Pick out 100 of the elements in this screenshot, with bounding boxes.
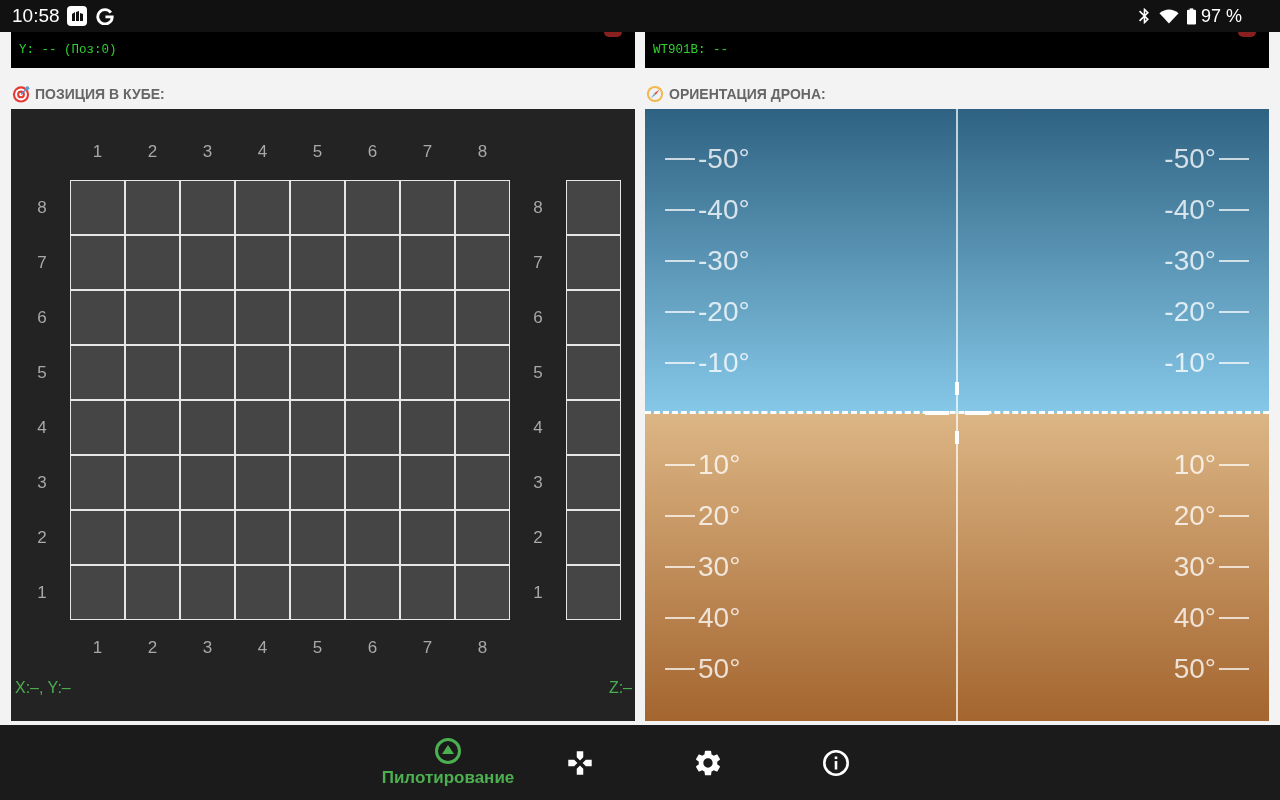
grid-cell (456, 291, 509, 344)
grid-cell (346, 346, 399, 399)
grid-cell (181, 401, 234, 454)
pitch-label: 40° (698, 603, 741, 632)
grid-cell (291, 511, 344, 564)
axis-label: 8 (36, 196, 48, 219)
axis-label: 6 (532, 306, 544, 329)
grid-cell (401, 401, 454, 454)
pitch-label: -40° (698, 195, 750, 224)
axis-label: 6 (366, 141, 379, 163)
axis-label: 7 (421, 141, 434, 163)
grid-cell (71, 401, 124, 454)
axis-label: 4 (532, 416, 544, 439)
grid-cell (236, 346, 289, 399)
grid-cell (291, 456, 344, 509)
axis-label: 1 (532, 581, 544, 604)
pitch-label: 20° (1173, 501, 1216, 530)
axis-label: 4 (36, 416, 48, 439)
pitch-label: -50° (698, 144, 750, 173)
grid-cell (126, 566, 179, 619)
coordinate-readout: X:–, Y:– (15, 679, 71, 697)
grid-cell (71, 456, 124, 509)
axis-label: 7 (532, 251, 544, 274)
grid-cell (346, 236, 399, 289)
app-notification-icon (66, 6, 87, 26)
axis-label: 5 (36, 361, 48, 384)
grid-cell (236, 181, 289, 234)
sensor-readout: WT901B: -- (653, 43, 728, 57)
up-arrow-circle-icon (435, 737, 461, 764)
pitch-label: 20° (698, 501, 741, 530)
z-cell (567, 291, 620, 344)
grid-cell (456, 401, 509, 454)
pitch-label: -30° (698, 246, 750, 275)
grid-cell (126, 291, 179, 344)
grid-cell (346, 181, 399, 234)
coordinate-readout: Z:– (608, 679, 632, 697)
pitch-label: 30° (1173, 552, 1216, 581)
axis-label: 3 (532, 471, 544, 494)
pitch-label: 50° (1173, 654, 1216, 683)
grid-cell (126, 401, 179, 454)
grid-cell (236, 291, 289, 344)
grid-cell (181, 236, 234, 289)
grid-cell (71, 181, 124, 234)
axis-label: 2 (36, 526, 48, 549)
grid-cell (181, 511, 234, 564)
axis-label: 4 (256, 637, 269, 659)
dpad-icon (567, 749, 594, 776)
grid-cell (346, 456, 399, 509)
axis-label: 8 (476, 141, 489, 163)
z-cell (567, 236, 620, 289)
grid-cell (291, 566, 344, 619)
pitch-label: 10° (1173, 450, 1216, 479)
pitch-label: -30° (1164, 246, 1216, 275)
settings-icon (695, 749, 722, 776)
nav-tab[interactable]: Пилотирование (379, 725, 517, 800)
grid-cell (181, 181, 234, 234)
indicator-icon (604, 32, 622, 37)
battery-percentage: 97 % (1200, 5, 1242, 27)
axis-label: 6 (366, 637, 379, 659)
grid-cell (401, 456, 454, 509)
pitch-label: -20° (1164, 297, 1216, 326)
grid-cell (291, 401, 344, 454)
pitch-label: -10° (1164, 348, 1216, 377)
grid-cell (181, 456, 234, 509)
grid-cell (236, 566, 289, 619)
grid-cell (126, 181, 179, 234)
axis-label: 1 (91, 637, 104, 659)
grid-cell (126, 236, 179, 289)
z-cell (567, 511, 620, 564)
z-cell (567, 346, 620, 399)
axis-label: 4 (256, 141, 269, 163)
axis-label: 8 (532, 196, 544, 219)
grid-cell (401, 291, 454, 344)
grid-cell (346, 401, 399, 454)
grid-cell (456, 346, 509, 399)
grid-cell (291, 346, 344, 399)
info-icon (823, 749, 850, 776)
grid-cell (401, 566, 454, 619)
grid-cell (401, 511, 454, 564)
wifi-icon (1158, 8, 1179, 24)
grid-cell (71, 291, 124, 344)
section-title: ОРИЕНТАЦИЯ ДРОНА: (669, 86, 826, 102)
pitch-label: 30° (698, 552, 741, 581)
pitch-label: -50° (1164, 144, 1216, 173)
grid-cell (236, 511, 289, 564)
grid-cell (126, 456, 179, 509)
clock-time: 10:58 (12, 5, 60, 27)
grid-cell (401, 236, 454, 289)
g-logo-icon (95, 7, 114, 25)
bluetooth-icon (1138, 8, 1149, 24)
grid-cell (71, 511, 124, 564)
axis-label: 2 (146, 141, 159, 163)
grid-cell (346, 291, 399, 344)
axis-label: 5 (532, 361, 544, 384)
grid-cell (291, 291, 344, 344)
axis-label: 2 (532, 526, 544, 549)
indicator-icon (1238, 32, 1256, 37)
axis-label: 3 (201, 141, 214, 163)
grid-cell (291, 236, 344, 289)
battery-icon (1186, 7, 1196, 25)
